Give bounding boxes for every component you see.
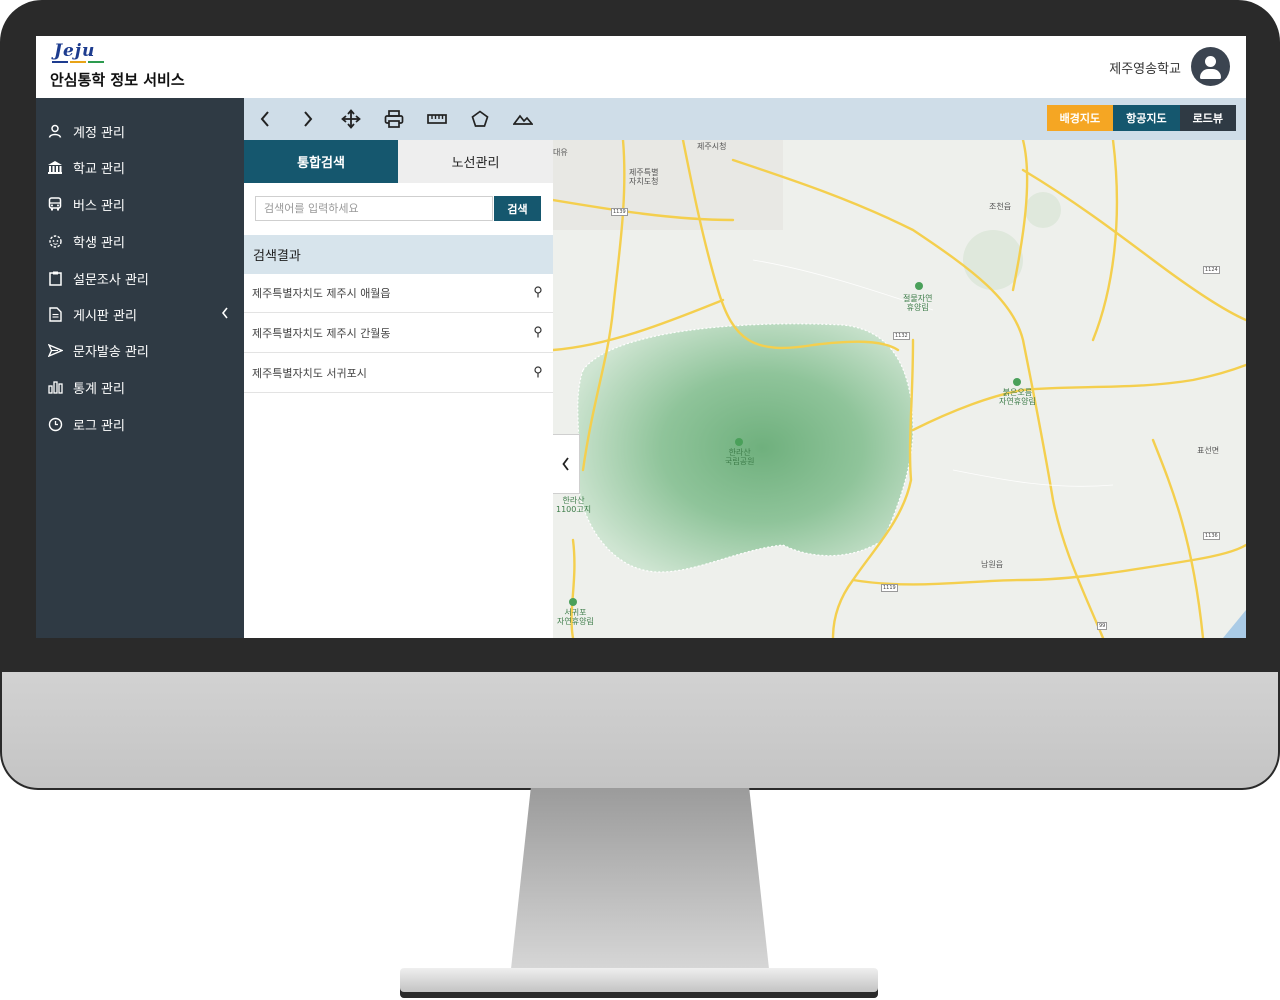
tab-route-management[interactable]: 노선관리 — [398, 140, 553, 183]
student-icon — [46, 232, 64, 250]
sidebar: 계정 관리 학교 관리 버스 관리 학생 관리 설문조사 관리 게시판 관리 문… — [36, 98, 244, 638]
sidebar-item-student[interactable]: 학생 관리 — [36, 226, 244, 256]
road-number: 1132 — [893, 332, 910, 340]
chevron-left-icon[interactable] — [220, 306, 230, 324]
background-map-button[interactable]: 배경지도 — [1046, 105, 1114, 131]
roadview-button[interactable]: 로드뷰 — [1179, 105, 1236, 131]
back-icon[interactable] — [254, 108, 276, 130]
park-icon — [915, 282, 923, 290]
bar-chart-icon — [46, 378, 64, 396]
road-number: 99 — [1097, 622, 1108, 630]
monitor-chin — [0, 672, 1280, 790]
map-view[interactable]: 제주시청 제주특별 자치도청 대유 조천읍 절물자연 휴양림 붉은오름 자연휴양… — [553, 140, 1246, 638]
monitor-stand-neck — [510, 788, 770, 978]
chevron-left-icon — [562, 457, 569, 471]
sidebar-item-bus[interactable]: 버스 관리 — [36, 189, 244, 219]
sidebar-item-sms[interactable]: 문자발송 관리 — [36, 335, 244, 365]
terrain-icon[interactable] — [512, 108, 534, 130]
polygon-icon[interactable] — [469, 108, 491, 130]
sidebar-item-label: 버스 관리 — [73, 198, 125, 214]
results-header: 검색결과 — [244, 235, 553, 274]
map-toolbar: 배경지도 항공지도 로드뷰 — [244, 98, 1246, 140]
sidebar-item-label: 게시판 관리 — [73, 308, 137, 324]
sidebar-item-log[interactable]: 로그 관리 — [36, 409, 244, 439]
panel-collapse-button[interactable] — [553, 434, 580, 494]
clipboard-icon — [46, 269, 64, 287]
park-icon — [569, 598, 577, 606]
list-item[interactable]: 제주특별자치도 제주시 간월동 — [244, 314, 553, 353]
clock-icon — [46, 415, 64, 433]
sidebar-item-board[interactable]: 게시판 관리 — [36, 299, 244, 329]
map-label: 제주특별 자치도청 — [629, 168, 659, 186]
park-icon — [1013, 378, 1021, 386]
sidebar-item-statistics[interactable]: 통계 관리 — [36, 372, 244, 402]
list-item[interactable]: 제주특별자치도 제주시 애월읍 — [244, 274, 553, 313]
map-label: 제주시청 — [697, 142, 727, 151]
sidebar-item-label: 계정 관리 — [73, 125, 125, 141]
logo-text: Jeju — [54, 41, 96, 61]
monitor-stand-base — [400, 968, 878, 998]
map-label: 절물자연 휴양림 — [903, 294, 933, 312]
service-title: 안심통학 정보 서비스 — [50, 71, 185, 89]
print-icon[interactable] — [383, 108, 405, 130]
sidebar-item-label: 문자발송 관리 — [73, 344, 149, 360]
map-label: 붉은오름 자연휴양림 — [999, 388, 1036, 406]
send-icon — [46, 341, 64, 359]
user-school-name: 제주영송학교 — [1109, 62, 1181, 77]
road-number: 1139 — [611, 208, 628, 216]
tab-integrated-search[interactable]: 통합검색 — [244, 140, 398, 183]
result-address: 제주특별자치도 서귀포시 — [252, 367, 367, 380]
search-button[interactable]: 검색 — [494, 196, 541, 221]
header: Jeju 안심통학 정보 서비스 제주영송학교 — [36, 36, 1246, 99]
result-address: 제주특별자치도 제주시 애월읍 — [252, 287, 391, 300]
sidebar-item-label: 설문조사 관리 — [73, 272, 149, 288]
aerial-map-button[interactable]: 항공지도 — [1113, 105, 1180, 131]
sidebar-item-label: 학생 관리 — [73, 235, 125, 251]
road-number: 1124 — [1203, 266, 1220, 274]
map-label: 조천읍 — [989, 202, 1012, 211]
sidebar-item-label: 로그 관리 — [73, 418, 125, 434]
sidebar-item-account[interactable]: 계정 관리 — [36, 116, 244, 146]
sidebar-item-school[interactable]: 학교 관리 — [36, 152, 244, 182]
map-label: 한라산 1100고지 — [556, 496, 592, 514]
map-canvas — [553, 140, 1246, 638]
map-label: 대유 — [553, 148, 568, 157]
pin-icon — [534, 326, 542, 341]
pin-icon — [534, 366, 542, 381]
sidebar-item-survey[interactable]: 설문조사 관리 — [36, 263, 244, 293]
sidebar-item-label: 통계 관리 — [73, 381, 125, 397]
result-address: 제주특별자치도 제주시 간월동 — [252, 327, 391, 340]
logo-underline — [52, 61, 104, 63]
search-input[interactable] — [255, 196, 493, 221]
sidebar-item-label: 학교 관리 — [73, 161, 125, 177]
school-building-icon — [46, 158, 64, 176]
jeju-logo[interactable]: Jeju — [50, 42, 104, 63]
app-screen: Jeju 안심통학 정보 서비스 제주영송학교 계정 관리 학교 관리 버스 관… — [36, 36, 1246, 638]
pin-icon — [534, 286, 542, 301]
road-number: 1119 — [881, 584, 898, 592]
map-label: 한라산 국립공원 — [725, 448, 755, 466]
road-number: 1136 — [1203, 532, 1220, 540]
user-icon — [46, 122, 64, 140]
forward-icon[interactable] — [297, 108, 319, 130]
list-item[interactable]: 제주특별자치도 서귀포시 — [244, 354, 553, 393]
map-label: 표선면 — [1197, 446, 1220, 455]
search-panel: 통합검색 노선관리 검색 검색결과 제주특별자치도 제주시 애월읍 제주특별자치… — [244, 140, 554, 638]
map-label: 남원읍 — [981, 560, 1004, 569]
pan-icon[interactable] — [340, 108, 362, 130]
map-type-switcher: 배경지도 항공지도 로드뷰 — [1046, 105, 1236, 131]
map-label: 서귀포 자연휴양림 — [557, 608, 594, 626]
ruler-icon[interactable] — [426, 108, 448, 130]
avatar-icon[interactable] — [1191, 47, 1230, 86]
park-icon — [735, 438, 743, 446]
bus-icon — [46, 195, 64, 213]
document-icon — [46, 305, 64, 323]
